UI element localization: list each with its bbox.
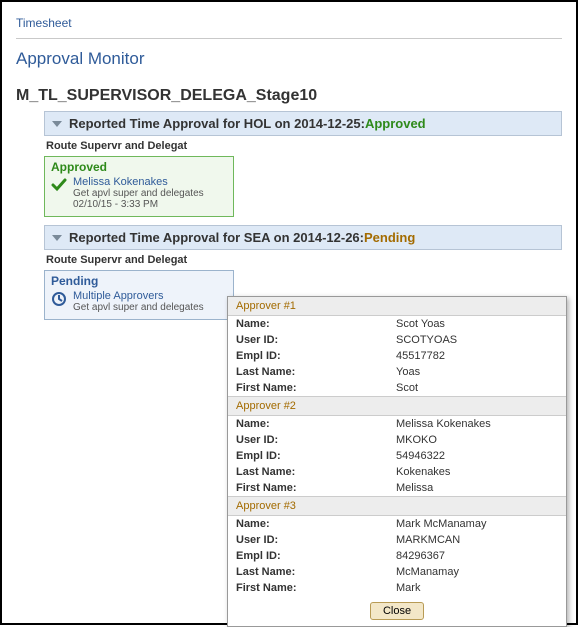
- field-value-firstname: Mark: [396, 582, 420, 594]
- route-box-approved: Approved Melissa Kokenakes Get apvl supe…: [44, 156, 234, 217]
- route-status: Pending: [51, 274, 227, 288]
- approver-group-header: Approver #2: [228, 396, 566, 416]
- check-icon: [51, 177, 67, 193]
- field-label-firstname: First Name:: [236, 582, 396, 594]
- field-value-lastname: Kokenakes: [396, 466, 450, 478]
- stage-heading: M_TL_SUPERVISOR_DELEGA_Stage10: [16, 87, 562, 105]
- field-value-emplid: 45517782: [396, 350, 445, 362]
- route-label: Route Supervr and Delegat: [44, 136, 562, 154]
- approver-group-header: Approver #3: [228, 496, 566, 516]
- section-header[interactable]: Reported Time Approval for SEA on 2014-1…: [44, 225, 562, 250]
- close-button[interactable]: Close: [370, 602, 424, 620]
- section-title-text: Reported Time Approval for SEA on 2014-1…: [69, 230, 364, 245]
- page-title: Approval Monitor: [16, 49, 562, 69]
- approvers-popup: Approver #1 Name:Scot Yoas User ID:SCOTY…: [227, 296, 567, 627]
- field-label-firstname: First Name:: [236, 382, 396, 394]
- field-label-lastname: Last Name:: [236, 366, 396, 378]
- section-title: Reported Time Approval for HOL on 2014-1…: [69, 116, 426, 131]
- field-value-name: Mark McManamay: [396, 518, 486, 530]
- field-label-userid: User ID:: [236, 434, 396, 446]
- approver-link[interactable]: Melissa Kokenakes: [73, 176, 204, 188]
- approver-group-header: Approver #1: [228, 297, 566, 316]
- field-label-lastname: Last Name:: [236, 566, 396, 578]
- field-value-userid: MKOKO: [396, 434, 437, 446]
- field-label-firstname: First Name:: [236, 482, 396, 494]
- field-label-name: Name:: [236, 418, 396, 430]
- field-value-firstname: Scot: [396, 382, 418, 394]
- field-label-name: Name:: [236, 318, 396, 330]
- field-value-name: Melissa Kokenakes: [396, 418, 491, 430]
- route-label: Route Supervr and Delegat: [44, 250, 562, 268]
- section-status: Pending: [364, 230, 415, 245]
- field-label-userid: User ID:: [236, 534, 396, 546]
- field-label-userid: User ID:: [236, 334, 396, 346]
- field-label-name: Name:: [236, 518, 396, 530]
- route-status: Approved: [51, 160, 227, 174]
- section-title: Reported Time Approval for SEA on 2014-1…: [69, 230, 415, 245]
- field-value-lastname: McManamay: [396, 566, 459, 578]
- approver-link[interactable]: Multiple Approvers: [73, 290, 204, 302]
- field-label-emplid: Empl ID:: [236, 450, 396, 462]
- approval-section-0: Reported Time Approval for HOL on 2014-1…: [44, 111, 562, 217]
- collapse-icon[interactable]: [51, 118, 63, 130]
- field-label-emplid: Empl ID:: [236, 350, 396, 362]
- field-value-userid: MARKMCAN: [396, 534, 460, 546]
- section-header[interactable]: Reported Time Approval for HOL on 2014-1…: [44, 111, 562, 136]
- field-value-name: Scot Yoas: [396, 318, 445, 330]
- field-value-emplid: 54946322: [396, 450, 445, 462]
- section-status: Approved: [365, 116, 426, 131]
- field-label-lastname: Last Name:: [236, 466, 396, 478]
- route-subtext-2: 02/10/15 - 3:33 PM: [73, 199, 204, 210]
- clock-icon: [51, 291, 67, 307]
- route-box-pending: Pending Multiple Approvers Get apvl supe…: [44, 270, 234, 320]
- field-value-lastname: Yoas: [396, 366, 420, 378]
- field-value-userid: SCOTYOAS: [396, 334, 457, 346]
- breadcrumb[interactable]: Timesheet: [16, 12, 562, 39]
- field-label-emplid: Empl ID:: [236, 550, 396, 562]
- route-subtext-1: Get apvl super and delegates: [73, 188, 204, 199]
- field-value-emplid: 84296367: [396, 550, 445, 562]
- collapse-icon[interactable]: [51, 232, 63, 244]
- field-value-firstname: Melissa: [396, 482, 433, 494]
- route-subtext-1: Get apvl super and delegates: [73, 302, 204, 313]
- section-title-text: Reported Time Approval for HOL on 2014-1…: [69, 116, 365, 131]
